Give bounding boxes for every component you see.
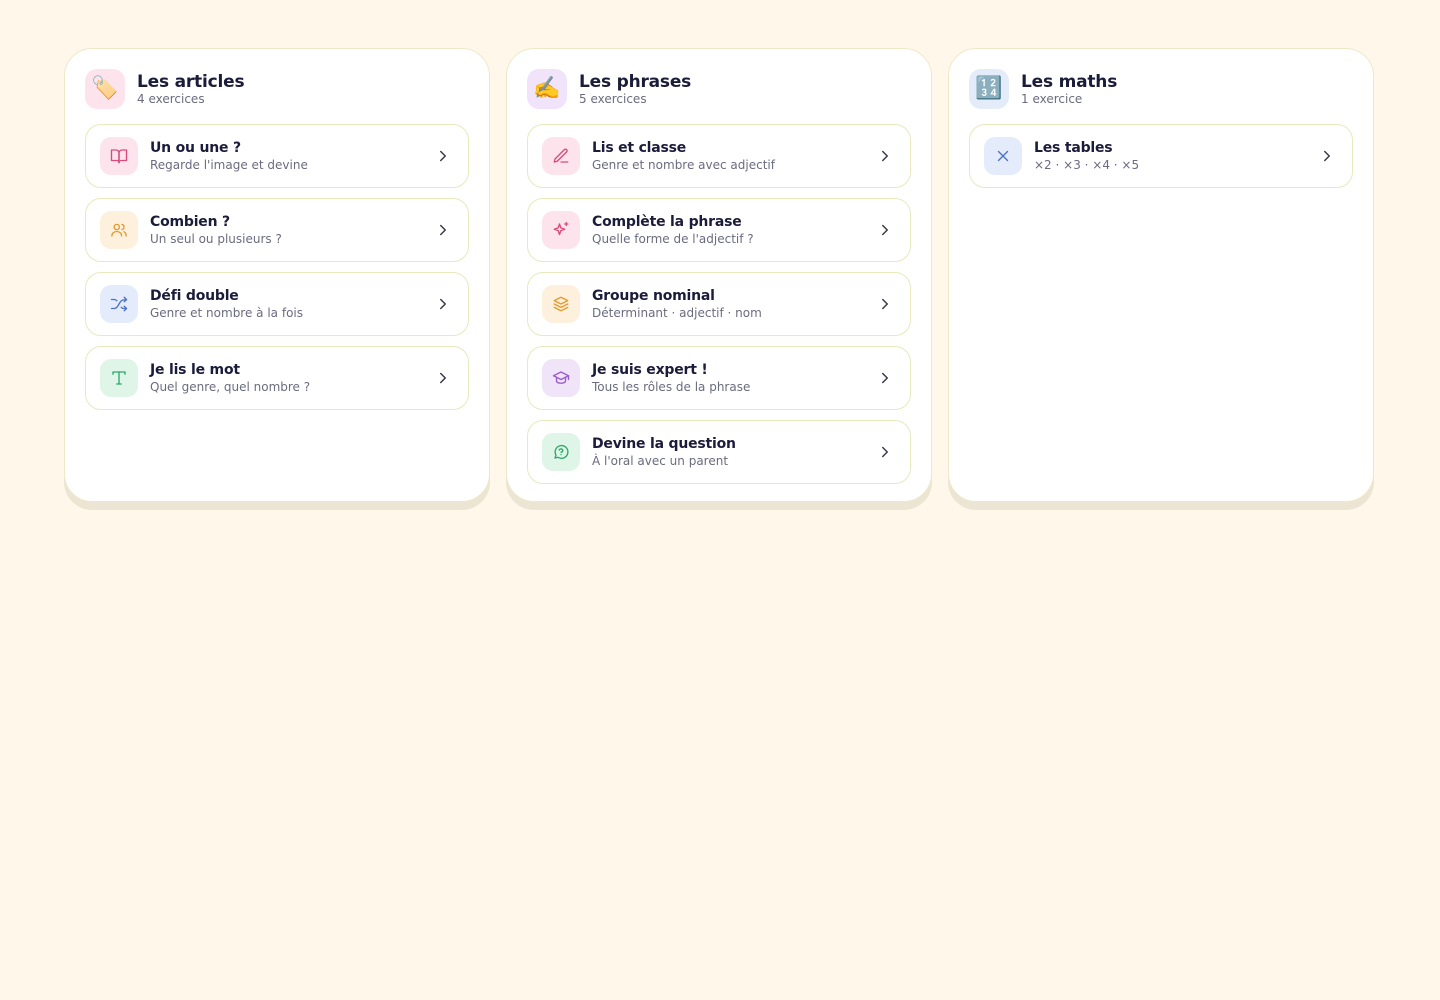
exercise-board: 🏷️ Les articles 4 exercices Un ou une ? … (64, 48, 1374, 502)
card-header: 🔢 Les maths 1 exercice (969, 69, 1353, 109)
exercise-complete-la-phrase[interactable]: Complète la phrase Quelle forme de l'adj… (527, 198, 911, 262)
chevron-right-icon (440, 372, 446, 384)
exercise-list: Lis et classe Genre et nombre avec adjec… (527, 124, 911, 484)
exercise-combien[interactable]: Combien ? Un seul ou plusieurs ? (85, 198, 469, 262)
chevron-right-icon (882, 224, 888, 236)
exercise-title: Je suis expert ! (592, 362, 708, 378)
exercise-title: Combien ? (150, 214, 230, 230)
tag-emoji-icon: 🏷️ (85, 69, 125, 109)
chevron-right-icon (1324, 150, 1330, 162)
type-icon (100, 359, 138, 397)
exercise-subtitle: Regarde l'image et devine (150, 158, 308, 172)
card-header: ✍️ Les phrases 5 exercices (527, 69, 911, 109)
exercise-title: Devine la question (592, 436, 736, 452)
exercise-list: Les tables ×2 · ×3 · ×4 · ×5 (969, 124, 1353, 188)
layers-icon (542, 285, 580, 323)
exercise-title: Les tables (1034, 140, 1113, 156)
card-title: Les maths (1021, 71, 1118, 92)
exercise-subtitle: Déterminant · adjectif · nom (592, 306, 762, 320)
exercise-list: Un ou une ? Regarde l'image et devine Co… (85, 124, 469, 410)
sparkles-icon (542, 211, 580, 249)
exercise-subtitle: Genre et nombre avec adjectif (592, 158, 775, 172)
chevron-right-icon (440, 224, 446, 236)
exercise-title: Un ou une ? (150, 140, 241, 156)
exercise-les-tables[interactable]: Les tables ×2 · ×3 · ×4 · ×5 (969, 124, 1353, 188)
chevron-right-icon (440, 150, 446, 162)
book-open-icon (100, 137, 138, 175)
exercise-subtitle: Tous les rôles de la phrase (592, 380, 751, 394)
exercise-defi-double[interactable]: Défi double Genre et nombre à la fois (85, 272, 469, 336)
exercise-subtitle: À l'oral avec un parent (592, 454, 729, 468)
card-title: Les phrases (579, 71, 692, 92)
pencil-icon (542, 137, 580, 175)
exercise-subtitle: Un seul ou plusieurs ? (150, 232, 282, 246)
multiply-icon (984, 137, 1022, 175)
users-icon (100, 211, 138, 249)
card-les-maths: 🔢 Les maths 1 exercice Les tables ×2 · ×… (948, 48, 1374, 502)
exercise-title: Groupe nominal (592, 288, 715, 304)
shuffle-icon (100, 285, 138, 323)
card-title: Les articles (137, 71, 245, 92)
exercise-title: Défi double (150, 288, 239, 304)
exercise-subtitle: Genre et nombre à la fois (150, 306, 303, 320)
writing-hand-emoji-icon: ✍️ (527, 69, 567, 109)
exercise-groupe-nominal[interactable]: Groupe nominal Déterminant · adjectif · … (527, 272, 911, 336)
exercise-un-ou-une[interactable]: Un ou une ? Regarde l'image et devine (85, 124, 469, 188)
exercise-count: 4 exercices (137, 91, 205, 106)
exercise-je-lis-le-mot[interactable]: Je lis le mot Quel genre, quel nombre ? (85, 346, 469, 410)
card-les-articles: 🏷️ Les articles 4 exercices Un ou une ? … (64, 48, 490, 502)
chevron-right-icon (440, 298, 446, 310)
exercise-lis-et-classe[interactable]: Lis et classe Genre et nombre avec adjec… (527, 124, 911, 188)
exercise-title: Complète la phrase (592, 214, 742, 230)
message-question-icon (542, 433, 580, 471)
chevron-right-icon (882, 372, 888, 384)
exercise-subtitle: ×2 · ×3 · ×4 · ×5 (1034, 158, 1140, 172)
exercise-count: 5 exercices (579, 91, 647, 106)
exercise-title: Je lis le mot (150, 362, 240, 378)
chevron-right-icon (882, 298, 888, 310)
card-les-phrases: ✍️ Les phrases 5 exercices Lis et classe… (506, 48, 932, 502)
exercise-title: Lis et classe (592, 140, 687, 156)
numbers-emoji-icon: 🔢 (969, 69, 1009, 109)
chevron-right-icon (882, 150, 888, 162)
chevron-right-icon (882, 446, 888, 458)
graduation-cap-icon (542, 359, 580, 397)
card-header: 🏷️ Les articles 4 exercices (85, 69, 469, 109)
exercise-je-suis-expert[interactable]: Je suis expert ! Tous les rôles de la ph… (527, 346, 911, 410)
exercise-devine-la-question[interactable]: Devine la question À l'oral avec un pare… (527, 420, 911, 484)
exercise-subtitle: Quel genre, quel nombre ? (150, 380, 311, 394)
exercise-subtitle: Quelle forme de l'adjectif ? (592, 232, 754, 246)
exercise-count: 1 exercice (1021, 91, 1083, 106)
